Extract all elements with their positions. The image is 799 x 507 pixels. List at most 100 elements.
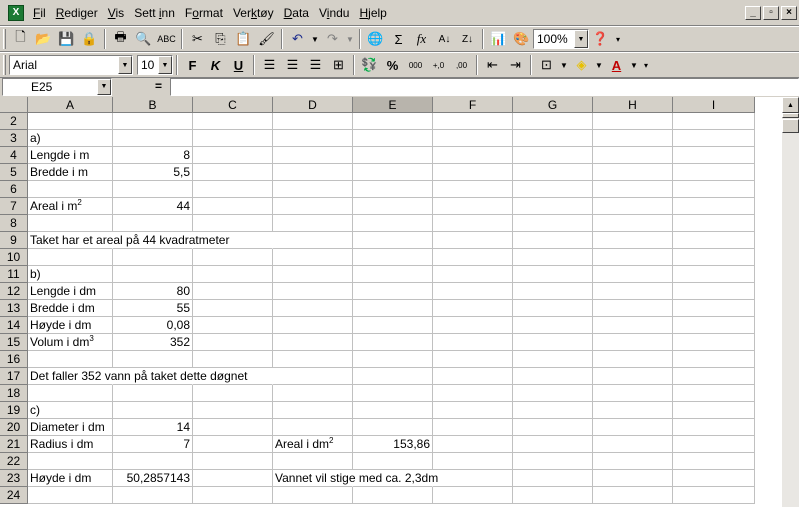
cell-b13[interactable]: 55 xyxy=(113,300,193,317)
cell-f16[interactable] xyxy=(433,351,513,368)
split-box[interactable] xyxy=(782,113,799,118)
paste-icon[interactable]: 📋 xyxy=(232,28,255,50)
cell-f4[interactable] xyxy=(433,147,513,164)
select-all-corner[interactable] xyxy=(0,97,28,113)
borders-icon[interactable]: ⊡ xyxy=(535,54,558,76)
cell-i16[interactable] xyxy=(673,351,755,368)
sort-descending-icon[interactable]: Z↓ xyxy=(456,28,479,50)
row-header[interactable]: 11 xyxy=(0,266,28,283)
column-header-c[interactable]: C xyxy=(193,97,273,113)
column-header-e[interactable]: E xyxy=(353,97,433,113)
cell-e12[interactable] xyxy=(353,283,433,300)
fill-color-icon[interactable]: ◈ xyxy=(570,54,593,76)
cell-g6[interactable] xyxy=(513,181,593,198)
cell-g13[interactable] xyxy=(513,300,593,317)
cell-f18[interactable] xyxy=(433,385,513,402)
scroll-thumb[interactable] xyxy=(782,119,799,133)
cell-c11[interactable] xyxy=(193,266,273,283)
menu-item[interactable]: Format xyxy=(180,3,228,23)
chevron-down-icon[interactable]: ▼ xyxy=(158,56,172,74)
undo-icon[interactable]: ↶ xyxy=(286,28,309,50)
cell-e4[interactable] xyxy=(353,147,433,164)
cell-b19[interactable] xyxy=(113,402,193,419)
cell-c12[interactable] xyxy=(193,283,273,300)
scroll-up-icon[interactable]: ▲ xyxy=(782,97,799,113)
cell-d19[interactable] xyxy=(273,402,353,419)
cell-h15[interactable] xyxy=(593,334,673,351)
new-document-icon[interactable]: 🗋 xyxy=(9,28,32,50)
cell-h2[interactable] xyxy=(593,113,673,130)
cell-c14[interactable] xyxy=(193,317,273,334)
sort-ascending-icon[interactable]: A↓ xyxy=(433,28,456,50)
cell-f9[interactable] xyxy=(433,232,513,249)
cell-b10[interactable] xyxy=(113,249,193,266)
cell-h8[interactable] xyxy=(593,215,673,232)
column-header-f[interactable]: F xyxy=(433,97,513,113)
borders-dropdown-icon[interactable]: ▼ xyxy=(558,54,570,76)
menu-item[interactable]: Hjelp xyxy=(354,3,391,23)
row-header[interactable]: 18 xyxy=(0,385,28,402)
row-header[interactable]: 24 xyxy=(0,487,28,504)
open-folder-icon[interactable]: 📂 xyxy=(32,28,55,50)
toolbar-grip[interactable] xyxy=(3,29,6,49)
cell-f13[interactable] xyxy=(433,300,513,317)
cell-h16[interactable] xyxy=(593,351,673,368)
cell-d8[interactable] xyxy=(273,215,353,232)
cell-a15[interactable]: Volum i dm3 xyxy=(28,334,113,351)
cell-h11[interactable] xyxy=(593,266,673,283)
cell-e2[interactable] xyxy=(353,113,433,130)
cell-e10[interactable] xyxy=(353,249,433,266)
cell-e13[interactable] xyxy=(353,300,433,317)
cell-g17[interactable] xyxy=(513,368,593,385)
cell-c10[interactable] xyxy=(193,249,273,266)
cell-a7[interactable]: Areal i m2 xyxy=(28,198,113,215)
bold-button[interactable]: F xyxy=(181,54,204,76)
column-header-g[interactable]: G xyxy=(513,97,593,113)
cell-h4[interactable] xyxy=(593,147,673,164)
cell-a13[interactable]: Bredde i dm xyxy=(28,300,113,317)
cell-g5[interactable] xyxy=(513,164,593,181)
cell-g3[interactable] xyxy=(513,130,593,147)
row-header[interactable]: 15 xyxy=(0,334,28,351)
cell-f17[interactable] xyxy=(433,368,513,385)
cell-i6[interactable] xyxy=(673,181,755,198)
name-box[interactable]: E25 ▼ xyxy=(2,78,112,96)
menu-item[interactable]: Sett inn xyxy=(129,3,180,23)
cell-f20[interactable] xyxy=(433,419,513,436)
row-header[interactable]: 6 xyxy=(0,181,28,198)
cell-c22[interactable] xyxy=(193,453,273,470)
cell-h17[interactable] xyxy=(593,368,673,385)
cell-a8[interactable] xyxy=(28,215,113,232)
cell-b24[interactable] xyxy=(113,487,193,504)
cell-f24[interactable] xyxy=(433,487,513,504)
cell-e19[interactable] xyxy=(353,402,433,419)
cell-g12[interactable] xyxy=(513,283,593,300)
merge-center-icon[interactable]: ⊞ xyxy=(327,54,350,76)
decrease-indent-icon[interactable]: ⇤ xyxy=(481,54,504,76)
cell-b12[interactable]: 80 xyxy=(113,283,193,300)
cell-e6[interactable] xyxy=(353,181,433,198)
cell-h14[interactable] xyxy=(593,317,673,334)
cell-h7[interactable] xyxy=(593,198,673,215)
cell-c19[interactable] xyxy=(193,402,273,419)
cell-e20[interactable] xyxy=(353,419,433,436)
cell-e16[interactable] xyxy=(353,351,433,368)
cell-f7[interactable] xyxy=(433,198,513,215)
cell-i18[interactable] xyxy=(673,385,755,402)
column-header-b[interactable]: B xyxy=(113,97,193,113)
row-header[interactable]: 13 xyxy=(0,300,28,317)
row-header[interactable]: 3 xyxy=(0,130,28,147)
menu-item[interactable]: Rediger xyxy=(51,3,103,23)
cut-icon[interactable]: ✂ xyxy=(186,28,209,50)
cell-g16[interactable] xyxy=(513,351,593,368)
cell-g14[interactable] xyxy=(513,317,593,334)
cell-b11[interactable] xyxy=(113,266,193,283)
cell-g18[interactable] xyxy=(513,385,593,402)
cell-e18[interactable] xyxy=(353,385,433,402)
cell-i13[interactable] xyxy=(673,300,755,317)
cell-i8[interactable] xyxy=(673,215,755,232)
row-header[interactable]: 10 xyxy=(0,249,28,266)
menu-item[interactable]: Vindu xyxy=(314,3,355,23)
cell-d14[interactable] xyxy=(273,317,353,334)
cell-h19[interactable] xyxy=(593,402,673,419)
